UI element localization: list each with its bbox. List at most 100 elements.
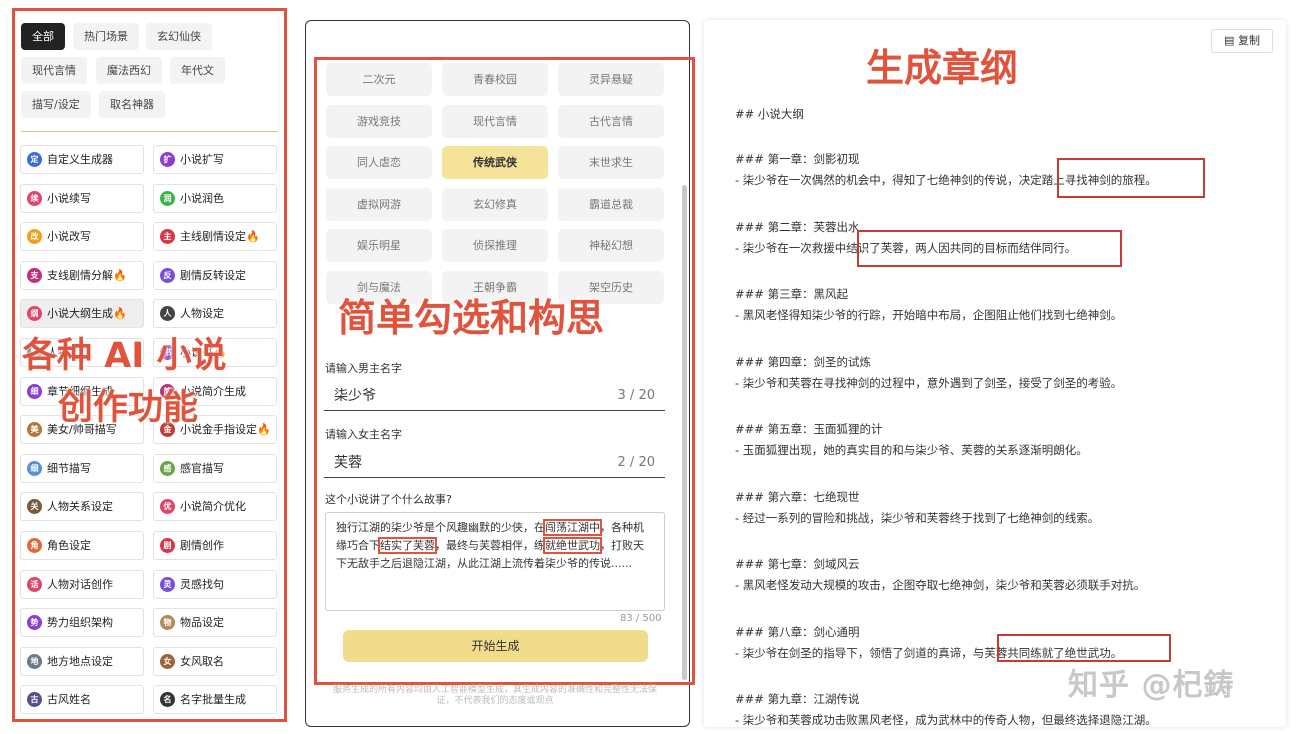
tool-item[interactable]: 剧剧情创作 bbox=[153, 531, 277, 560]
chapter-heading: ### 第一章：剑影初现 bbox=[735, 152, 860, 166]
generate-button[interactable]: 开始生成 bbox=[343, 630, 648, 662]
overlay-caption-features-2: 创作功能 bbox=[58, 388, 199, 428]
tool-icon: 角 bbox=[27, 538, 42, 553]
tool-item[interactable]: 女女风取名 bbox=[153, 646, 277, 676]
tool-item[interactable]: 名名字批量生成 bbox=[153, 685, 277, 715]
scrollbar[interactable] bbox=[682, 185, 687, 680]
tool-item[interactable]: 灵灵感找句 bbox=[153, 569, 277, 599]
watermark: 知乎 @杞鋳 bbox=[1068, 668, 1235, 703]
tool-icon: 关 bbox=[27, 499, 42, 515]
highlight-box bbox=[1057, 158, 1205, 198]
tool-item[interactable]: 支支线剧情分解🔥 bbox=[20, 260, 144, 290]
tool-item[interactable]: 地地方地点设定 bbox=[20, 646, 144, 676]
male-name-count: 3 / 20 bbox=[617, 388, 655, 403]
tool-label: 细节描写 bbox=[47, 461, 91, 475]
category-tab[interactable]: 魔法西幻 bbox=[96, 57, 162, 84]
tool-icon: 优 bbox=[160, 499, 175, 515]
tool-label: 自定义生成器 bbox=[47, 153, 113, 166]
chapter-heading: ### 第五章：玉面狐狸的计 bbox=[735, 422, 883, 436]
tool-item[interactable]: 扩小说扩写 bbox=[153, 145, 277, 174]
tool-icon: 剧 bbox=[160, 538, 175, 553]
tool-item[interactable]: 细细节描写 bbox=[20, 453, 144, 483]
tool-item[interactable]: 主主线剧情设定🔥 bbox=[153, 222, 277, 252]
outline-output-panel bbox=[704, 20, 1286, 727]
category-tab[interactable]: 热门场景 bbox=[73, 23, 139, 50]
female-name-label: 请输入女主名字 bbox=[325, 428, 402, 441]
tool-item[interactable]: 润小说润色 bbox=[153, 183, 277, 213]
tool-label: 小说大纲生成 bbox=[47, 307, 113, 321]
fire-icon: 🔥 bbox=[113, 268, 127, 282]
chapter-heading: ### 第二章：芙蓉出水 bbox=[735, 219, 860, 234]
fire-icon: 🔥 bbox=[113, 307, 127, 321]
male-name-label: 请输入男主名字 bbox=[325, 362, 402, 375]
tool-item[interactable]: 改小说改写 bbox=[20, 222, 144, 252]
tool-label: 灵感找句 bbox=[180, 577, 224, 591]
female-name-value: 芙蓉 bbox=[334, 455, 362, 471]
category-tab[interactable]: 玄幻仙侠 bbox=[146, 23, 212, 50]
tool-icon: 续 bbox=[27, 190, 42, 206]
tool-item[interactable]: 定自定义生成器 bbox=[20, 145, 144, 174]
tool-label: 古风姓名 bbox=[47, 693, 91, 707]
story-label: 这个小说讲了个什么故事? bbox=[325, 493, 452, 506]
copy-button[interactable]: ▤ 复制 bbox=[1211, 29, 1273, 53]
chapter-summary: - 经过一系列的冒险和挑战，柒少爷和芙蓉终于找到了七绝神剑的线索。 bbox=[735, 510, 1100, 525]
category-tab[interactable]: 现代言情 bbox=[21, 57, 87, 84]
tool-icon: 美 bbox=[27, 422, 42, 438]
tool-label: 人物关系设定 bbox=[47, 500, 113, 514]
tool-icon: 定 bbox=[27, 152, 42, 167]
tool-label: 地方地点设定 bbox=[47, 654, 113, 668]
chapter-summary: - 柒少爷和芙蓉在寻找神剑的过程中，意外遇到了剑圣，接受了剑圣的考验。 bbox=[735, 375, 1123, 390]
tool-item[interactable]: 角角色设定 bbox=[20, 531, 144, 560]
tool-icon: 细 bbox=[27, 460, 42, 476]
tool-icon: 女 bbox=[160, 653, 175, 669]
tool-label: 小说改写 bbox=[47, 230, 91, 244]
tool-icon: 纲 bbox=[27, 306, 42, 322]
tool-icon: 扩 bbox=[160, 152, 175, 167]
tool-label: 感官描写 bbox=[180, 461, 224, 475]
tool-label: 主线剧情设定 bbox=[180, 230, 246, 244]
category-tab[interactable]: 年代文 bbox=[170, 57, 225, 84]
tool-icon: 古 bbox=[27, 692, 42, 708]
female-name-input[interactable]: 芙蓉 2 / 20 bbox=[324, 448, 665, 478]
tool-label: 势力组织架构 bbox=[47, 616, 113, 630]
outline-title: ## 小说大纲 bbox=[735, 107, 804, 121]
story-count: 83 / 500 bbox=[620, 613, 662, 624]
tool-item[interactable]: 反剧情反转设定 bbox=[153, 260, 277, 290]
tool-label: 人物设定 bbox=[180, 307, 224, 321]
tool-icon: 势 bbox=[27, 615, 42, 631]
tool-item[interactable]: 关人物关系设定 bbox=[20, 492, 144, 522]
tool-label: 名字批量生成 bbox=[180, 693, 246, 707]
tool-label: 女风取名 bbox=[180, 654, 224, 668]
tool-item[interactable]: 纲小说大纲生成🔥 bbox=[20, 299, 144, 329]
tool-item[interactable]: 感感官描写 bbox=[153, 453, 277, 483]
tool-icon: 地 bbox=[27, 653, 42, 669]
tool-item[interactable]: 古古风姓名 bbox=[20, 685, 144, 715]
tool-label: 小说续写 bbox=[47, 191, 91, 205]
category-tab[interactable]: 描写/设定 bbox=[21, 91, 91, 118]
chapter-summary: - 玉面狐狸出现，她的真实目的和与柒少爷、芙蓉的关系逐渐明朗化。 bbox=[735, 443, 1088, 457]
tool-item[interactable]: 势势力组织架构 bbox=[20, 608, 144, 638]
category-tab[interactable]: 取名神器 bbox=[99, 91, 165, 118]
male-name-input[interactable]: 柒少爷 3 / 20 bbox=[324, 381, 665, 411]
tool-icon: 改 bbox=[27, 229, 42, 245]
tool-item[interactable]: 续小说续写 bbox=[20, 183, 144, 213]
chapter-heading: ### 第三章：黑风起 bbox=[735, 287, 849, 301]
tool-item[interactable]: 话人物对话创作 bbox=[20, 569, 144, 599]
tool-icon: 物 bbox=[160, 615, 175, 631]
chapter-heading: ### 第七章：剑域风云 bbox=[735, 557, 860, 571]
tool-label: 角色设定 bbox=[47, 539, 91, 552]
chapter-summary: - 柒少爷和芙蓉成功击败黑风老怪，成为武林中的传奇人物，但最终选择退隐江湖。 bbox=[735, 713, 1157, 727]
tool-icon: 人 bbox=[160, 306, 175, 322]
chapter-heading: ### 第四章：剑圣的试炼 bbox=[735, 354, 872, 369]
story-textarea[interactable]: 独行江湖的柒少爷是个风趣幽默的少侠，在闯荡江湖中，各种机缘巧合下结实了芙蓉，最终… bbox=[325, 512, 665, 611]
tool-item[interactable]: 人人物设定 bbox=[153, 299, 277, 329]
overlay-caption-select: 简单勾选和构思 bbox=[338, 296, 605, 340]
tool-item[interactable]: 优小说简介优化 bbox=[153, 492, 277, 522]
copy-icon: ▤ bbox=[1224, 34, 1235, 47]
tool-label: 剧情反转设定 bbox=[180, 268, 246, 282]
chapter-summary: - 黑风老怪发动大规模的攻击，企图夺取七绝神剑，柒少爷和芙蓉必须联手对抗。 bbox=[735, 578, 1146, 592]
category-tab[interactable]: 全部 bbox=[21, 23, 65, 50]
highlight-box bbox=[997, 634, 1171, 662]
tool-icon: 主 bbox=[160, 229, 175, 245]
tool-item[interactable]: 物物品设定 bbox=[153, 608, 277, 638]
